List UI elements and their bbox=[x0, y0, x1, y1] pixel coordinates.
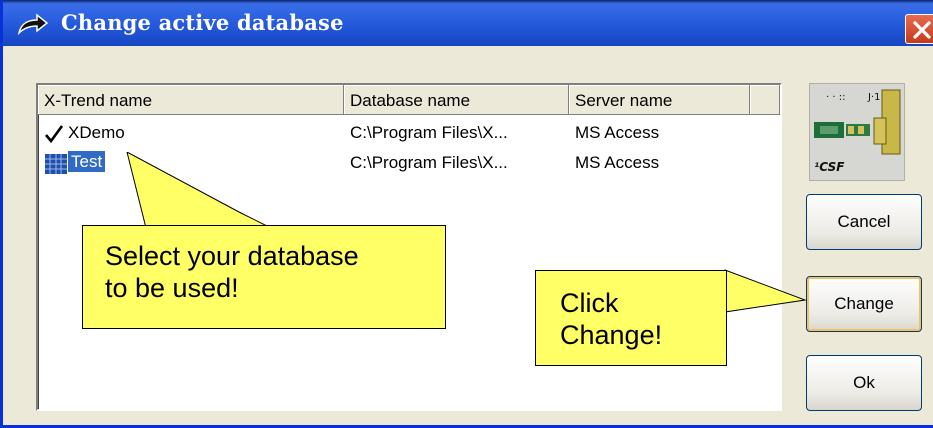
row-server-name: MS Access bbox=[575, 153, 660, 172]
column-header-xtrend-name[interactable]: X-Trend name bbox=[38, 85, 344, 115]
csf-logo: · · :: J·1 ¹CSF bbox=[809, 83, 905, 181]
window-title: Change active database bbox=[61, 10, 344, 35]
callout-select-pointer bbox=[126, 152, 280, 233]
check-icon bbox=[45, 125, 64, 144]
list-row-xdemo[interactable]: XDemo C:\Program Files\X... MS Access bbox=[38, 119, 780, 149]
row-xtrend-name-cell: Test bbox=[68, 151, 106, 172]
change-button[interactable]: Change bbox=[806, 276, 922, 332]
row-xtrend-name: XDemo bbox=[68, 123, 125, 142]
logo-caption: ¹CSF bbox=[814, 160, 845, 174]
arrow-icon bbox=[17, 13, 49, 35]
database-grid-icon bbox=[45, 154, 67, 174]
callout-change-pointer bbox=[723, 269, 807, 313]
title-bar[interactable]: Change active database bbox=[3, 0, 933, 46]
close-icon bbox=[913, 21, 931, 39]
column-header-server-name[interactable]: Server name bbox=[569, 85, 750, 115]
column-header-database-name[interactable]: Database name bbox=[344, 85, 569, 115]
row-server-name: MS Access bbox=[575, 123, 660, 142]
ok-button[interactable]: Ok bbox=[806, 355, 922, 411]
close-button[interactable] bbox=[905, 14, 933, 44]
list-header: X-Trend name Database name Server name bbox=[38, 85, 780, 115]
dialog-window: Change active database X-Trend name Data… bbox=[0, 0, 933, 428]
row-database-name: C:\Program Files\X... bbox=[350, 153, 508, 172]
svg-text:· · ::: · · :: bbox=[826, 92, 845, 103]
svg-text:J·1: J·1 bbox=[867, 92, 881, 103]
row-xtrend-name-selected: Test bbox=[68, 151, 106, 172]
callout-click-change: Click Change! bbox=[535, 270, 727, 366]
row-database-name: C:\Program Files\X... bbox=[350, 123, 508, 142]
cancel-button[interactable]: Cancel bbox=[806, 194, 922, 250]
column-header-filler bbox=[750, 85, 780, 115]
callout-select-database: Select your database to be used! bbox=[82, 225, 446, 329]
